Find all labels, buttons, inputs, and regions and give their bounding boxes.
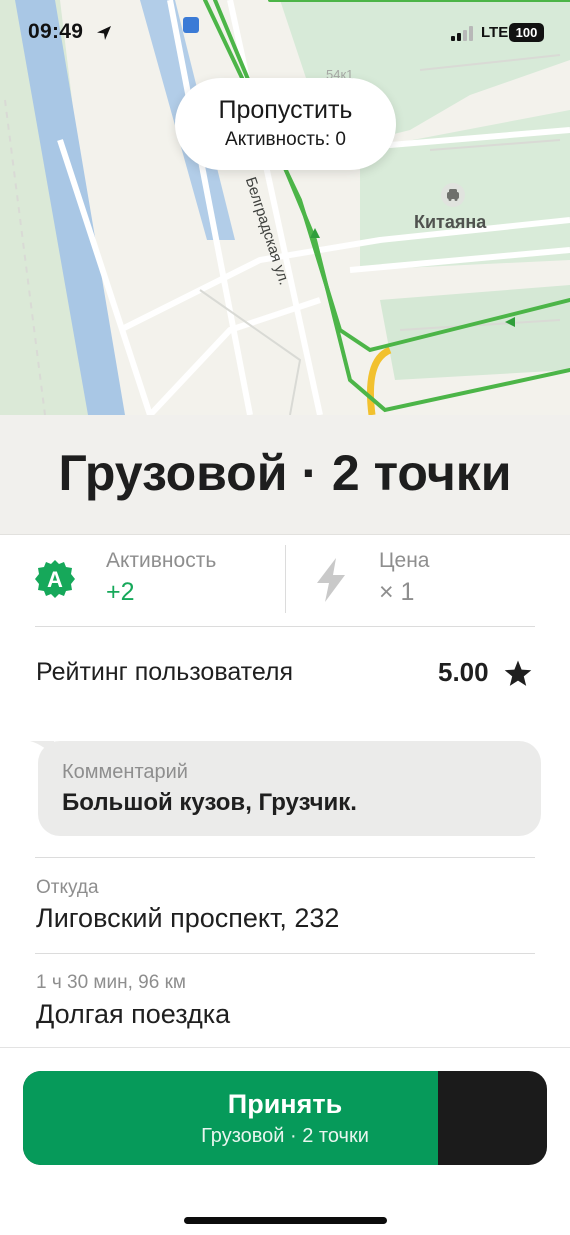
car-glyph-icon <box>447 189 459 201</box>
lightning-icon <box>317 558 345 602</box>
network-type: LTE <box>481 24 509 41</box>
from-label: Откуда <box>36 877 99 898</box>
comment-label: Комментарий <box>62 761 188 783</box>
skip-button-label: Пропустить <box>218 96 353 124</box>
divider <box>35 857 535 858</box>
stats-row: A Активность +2 Цена × 1 <box>0 535 570 627</box>
location-arrow-icon <box>97 26 111 40</box>
signal-icon <box>451 26 473 41</box>
activity-label: Активность <box>106 549 217 572</box>
home-indicator[interactable] <box>184 1217 387 1224</box>
trip-type: Долгая поездка <box>36 999 231 1029</box>
battery-indicator: 100 <box>509 23 544 42</box>
from-address: Лиговский проспект, 232 <box>36 903 340 933</box>
car-icon[interactable] <box>441 183 465 207</box>
map-view[interactable]: 09:49 LTE 100 54к1 Белградская ул. Китая… <box>0 0 570 415</box>
trip-duration-label: 1 ч 30 мин, 96 км <box>36 972 186 993</box>
skip-button[interactable]: Пропустить Активность: 0 <box>175 78 396 170</box>
activity-badge-letter: A <box>47 567 63 592</box>
status-time: 09:49 <box>28 20 84 43</box>
rating-label: Рейтинг пользователя <box>36 658 294 686</box>
activity-value: +2 <box>106 578 135 606</box>
order-title: Грузовой · 2 точки <box>58 445 512 501</box>
divider <box>35 626 535 627</box>
price-value: × 1 <box>379 578 415 606</box>
status-bar: 09:49 LTE 100 <box>0 0 570 64</box>
divider <box>35 953 535 954</box>
comment-text: Большой кузов, Грузчик. <box>62 789 357 816</box>
accept-button-subtitle: Грузовой · 2 точки <box>201 1125 369 1147</box>
accept-button[interactable]: Принять Грузовой · 2 точки <box>23 1071 547 1165</box>
poi-label[interactable]: Китаяна <box>414 212 486 233</box>
skip-activity-label: Активность: 0 <box>225 129 346 150</box>
rating-value: 5.00 <box>438 657 489 687</box>
price-label: Цена <box>379 549 430 572</box>
star-icon <box>504 660 532 686</box>
bottom-divider <box>0 1047 570 1048</box>
stats-divider <box>285 545 286 613</box>
accept-button-label: Принять <box>227 1089 343 1119</box>
